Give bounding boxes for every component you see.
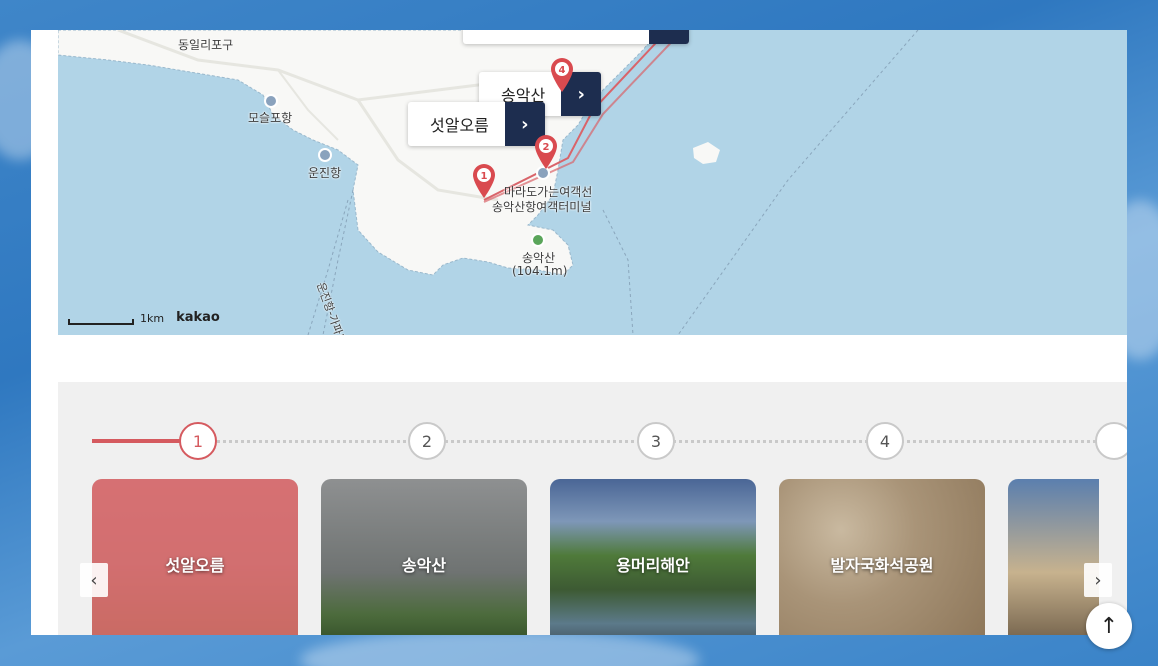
harbor-icon bbox=[264, 94, 278, 108]
page-content: 동일리포구 모슬포항 운진항 마라도가는여객선 송악산항여객터미널 송악산 (1… bbox=[31, 30, 1127, 635]
arrow-up-icon[interactable]: ↑ bbox=[1086, 603, 1132, 649]
step-1[interactable]: 1 bbox=[179, 422, 217, 460]
harbor-icon bbox=[318, 148, 332, 162]
map-label-mountain-height: (104.1m) bbox=[512, 264, 568, 278]
timeline-dots bbox=[92, 440, 1102, 443]
svg-text:4: 4 bbox=[559, 65, 566, 76]
card-songaksan[interactable]: 송악산 bbox=[321, 479, 527, 635]
card-title: 발자국화석공원 bbox=[830, 556, 934, 575]
course-section: 1 2 3 4 섯알오름 송악산 용머리해안 발자국화석공원 ‹ › bbox=[58, 382, 1127, 635]
map-view[interactable]: 동일리포구 모슬포항 운진항 마라도가는여객선 송악산항여객터미널 송악산 (1… bbox=[58, 30, 1127, 335]
card-title: 섯알오름 bbox=[165, 556, 225, 575]
chevron-right-icon[interactable]: › bbox=[1084, 563, 1112, 597]
scale-label: 1km bbox=[140, 312, 165, 325]
scale-bar bbox=[68, 319, 134, 325]
card-footprint-fossil[interactable]: 발자국화석공원 bbox=[779, 479, 985, 635]
map-pin-4[interactable]: 4 bbox=[549, 57, 575, 93]
chevron-left-icon[interactable]: ‹ bbox=[80, 563, 108, 597]
card-next[interactable] bbox=[1008, 479, 1099, 635]
timeline-progress bbox=[92, 439, 184, 443]
step-5[interactable] bbox=[1095, 422, 1127, 460]
map-pin-1[interactable]: 1 bbox=[471, 163, 497, 199]
kakao-logo: kakao bbox=[176, 310, 220, 325]
callout-seotalorum[interactable]: 섯알오름 › bbox=[408, 102, 545, 146]
card-yongmeori[interactable]: 용머리해안 bbox=[550, 479, 756, 635]
map-label-ferry2: 송악산항여객터미널 bbox=[492, 200, 592, 214]
card-title: 용머리해안 bbox=[616, 556, 690, 575]
cloud-decoration bbox=[300, 630, 700, 666]
card-title: 송악산 bbox=[401, 556, 447, 575]
step-2[interactable]: 2 bbox=[408, 422, 446, 460]
step-4[interactable]: 4 bbox=[866, 422, 904, 460]
callout-clipped[interactable]: › bbox=[463, 30, 689, 44]
map-label-dongil: 동일리포구 bbox=[178, 38, 234, 52]
svg-text:2: 2 bbox=[543, 142, 550, 153]
course-timeline: 1 2 3 4 bbox=[92, 422, 1127, 460]
card-seotalorum[interactable]: 섯알오름 bbox=[92, 479, 298, 635]
course-cards: 섯알오름 송악산 용머리해안 발자국화석공원 bbox=[92, 479, 1099, 635]
map-pin-2[interactable]: 2 bbox=[533, 134, 559, 170]
map-label-moseul: 모슬포항 bbox=[248, 111, 293, 125]
step-3[interactable]: 3 bbox=[637, 422, 675, 460]
svg-text:1: 1 bbox=[481, 171, 488, 182]
map-scale: 1km kakao bbox=[68, 310, 220, 325]
mountain-icon bbox=[531, 233, 545, 247]
callout-label: 섯알오름 bbox=[430, 116, 489, 135]
chevron-right-icon[interactable]: › bbox=[649, 30, 689, 44]
map-label-unjin: 운진항 bbox=[308, 166, 342, 180]
